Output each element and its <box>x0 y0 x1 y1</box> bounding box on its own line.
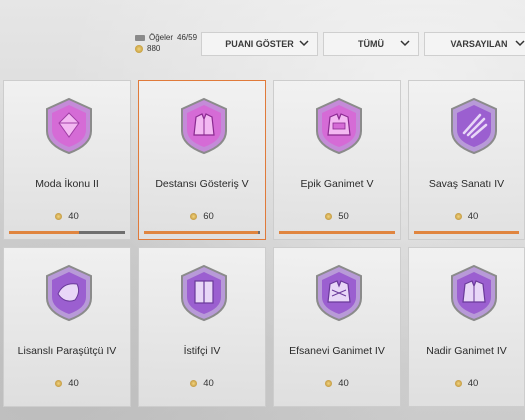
item-card[interactable]: İstifçi IV 40 <box>138 247 266 407</box>
chevron-down-icon <box>299 40 309 47</box>
item-name: Lisanslı Paraşütçü IV <box>17 345 117 357</box>
coin-icon <box>135 44 143 53</box>
chevron-down-icon <box>400 40 410 47</box>
coin-icon <box>55 380 63 387</box>
item-price: 40 <box>274 378 400 389</box>
progress-fill <box>414 231 519 234</box>
item-name: Savaş Sanatı IV <box>428 178 505 190</box>
item-card[interactable]: Savaş Sanatı IV 40 <box>408 80 525 240</box>
item-name: Moda İkonu II <box>35 178 99 190</box>
item-name: Efsanevi Ganimet IV <box>289 345 385 357</box>
items-label: Öğeler <box>149 33 174 42</box>
locker-badge-icon <box>181 264 227 322</box>
coin-icon <box>190 380 198 387</box>
dropdown-label: VARSAYILAN <box>450 39 508 49</box>
gem-badge-icon <box>46 97 92 155</box>
coin-icon <box>454 380 462 387</box>
item-price: 60 <box>139 211 265 222</box>
item-card[interactable]: Lisanslı Paraşütçü IV 40 <box>3 247 131 407</box>
show-points-dropdown[interactable]: PUANI GÖSTER <box>201 32 318 56</box>
item-card[interactable]: Moda İkonu II 40 <box>3 80 131 240</box>
item-price: 40 <box>409 378 524 389</box>
progress-fill <box>144 231 258 234</box>
progress-bar <box>279 231 395 234</box>
jacket-badge-icon <box>181 97 227 155</box>
coin-icon <box>55 213 63 220</box>
progress-bar <box>414 231 519 234</box>
coin-icon <box>325 380 333 387</box>
filter-all-dropdown[interactable]: TÜMÜ <box>323 32 419 56</box>
stats-panel: Öğeler 46/59 880 <box>135 32 197 54</box>
items-icon <box>135 34 145 41</box>
item-price: 40 <box>4 211 130 222</box>
progress-fill <box>279 231 395 234</box>
item-card-selected[interactable]: Destansı Gösteriş V 60 <box>138 80 266 240</box>
legendary-loot-badge-icon <box>316 264 362 322</box>
item-price-value: 50 <box>338 211 349 222</box>
item-price-value: 40 <box>467 378 479 389</box>
items-count: 46/59 <box>177 33 198 42</box>
claw-badge-icon <box>451 97 497 155</box>
item-card[interactable]: Epik Ganimet V 50 <box>273 80 401 240</box>
item-price-value: 60 <box>203 211 214 222</box>
loot-badge-icon <box>316 97 362 155</box>
item-name: Nadir Ganimet IV <box>426 345 507 357</box>
item-price: 50 <box>274 211 400 222</box>
progress-bar <box>9 231 125 234</box>
coin-icon <box>454 213 462 220</box>
item-name: Epik Ganimet V <box>300 178 374 190</box>
sort-default-dropdown[interactable]: VARSAYILAN <box>424 32 525 56</box>
item-card[interactable]: Nadir Ganimet IV 40 <box>408 247 525 407</box>
parachute-badge-icon <box>46 264 92 322</box>
progress-fill <box>9 231 79 234</box>
progress-bar <box>144 231 260 234</box>
rare-loot-badge-icon <box>451 264 497 322</box>
item-price-value: 40 <box>338 378 349 389</box>
item-price-value: 40 <box>68 211 79 222</box>
item-price-value: 40 <box>467 211 479 222</box>
item-price: 40 <box>139 378 265 389</box>
item-price: 40 <box>409 211 524 222</box>
coin-icon <box>325 213 333 220</box>
coin-icon <box>190 213 198 220</box>
item-price-value: 40 <box>68 378 79 389</box>
item-name: İstifçi IV <box>183 345 221 357</box>
dropdown-label: PUANI GÖSTER <box>225 39 294 49</box>
chevron-down-icon <box>515 40 525 47</box>
coin-count: 880 <box>147 44 161 53</box>
item-price: 40 <box>4 378 130 389</box>
dropdown-label: TÜMÜ <box>358 39 384 49</box>
item-price-value: 40 <box>203 378 214 389</box>
item-card[interactable]: Efsanevi Ganimet IV 40 <box>273 247 401 407</box>
item-name: Destansı Gösteriş V <box>155 178 249 190</box>
